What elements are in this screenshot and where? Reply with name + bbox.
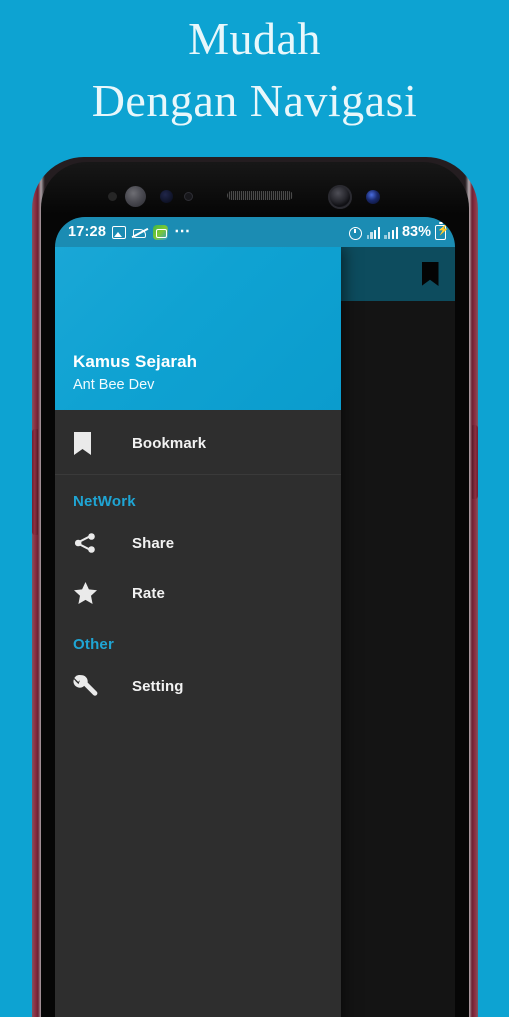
promo-headline-line-2: Dengan Navigasi (91, 75, 418, 126)
mute-icon (132, 226, 147, 239)
signal-sim1-icon (366, 226, 381, 239)
status-bar: 17:28 ⋯ 83% (55, 217, 455, 247)
image-icon (112, 225, 127, 239)
bookmark-icon (73, 431, 115, 456)
front-camera-icon (328, 185, 352, 209)
drawer-app-name: Kamus Sejarah (73, 352, 198, 371)
drawer-header: Kamus Sejarah Ant Bee Dev (55, 247, 341, 410)
wrench-icon (73, 674, 115, 699)
navigation-drawer: Kamus Sejarah Ant Bee Dev Bookmark NetWo… (55, 247, 341, 1017)
status-bar-right: 83% (348, 222, 449, 240)
drawer-section-network-title: NetWork (73, 493, 136, 510)
drawer-item-label: Setting (132, 677, 184, 695)
promo-headline: Mudah Dengan Navigasi (0, 0, 509, 132)
notification-led-icon (366, 190, 380, 204)
drawer-menu-list: Bookmark NetWork Share Rate Other Settin… (55, 410, 341, 711)
share-icon (73, 531, 115, 555)
drawer-developer-name: Ant Bee Dev (73, 377, 155, 393)
proximity-sensor-icon (160, 190, 173, 203)
promo-headline-line-1: Mudah (188, 13, 321, 64)
iris-scanner-icon (125, 186, 146, 207)
drawer-item-rate[interactable]: Rate (55, 568, 341, 618)
phone-device-mockup: 17:28 ⋯ 83% ⚡ Kamus Sejarah Ant Bee Dev … (32, 157, 478, 1017)
bookmark-icon (421, 262, 439, 286)
phone-frame: 17:28 ⋯ 83% ⚡ Kamus Sejarah Ant Bee Dev … (32, 157, 478, 1017)
signal-sim2-icon (384, 226, 398, 239)
app-notification-icon (153, 224, 169, 240)
bookmark-button[interactable] (417, 259, 443, 289)
alarm-icon (348, 225, 363, 240)
phone-sensor-row (41, 184, 469, 209)
status-time: 17:28 (68, 224, 107, 240)
battery-percentage: 83% (401, 224, 431, 240)
drawer-item-share[interactable]: Share (55, 518, 341, 568)
star-icon (73, 581, 115, 605)
phone-bezel: 17:28 ⋯ 83% ⚡ Kamus Sejarah Ant Bee Dev … (41, 162, 469, 1017)
drawer-item-label: Rate (132, 584, 165, 602)
earpiece-speaker-icon (227, 191, 293, 200)
drawer-item-label: Bookmark (132, 434, 207, 452)
status-bar-left: 17:28 ⋯ (68, 223, 193, 241)
more-notifications-icon: ⋯ (174, 223, 193, 240)
power-button[interactable] (472, 425, 478, 499)
volume-button[interactable] (32, 429, 38, 535)
sensor-dot-icon (108, 192, 117, 201)
battery-charging-icon (435, 222, 449, 240)
drawer-item-label: Share (132, 534, 175, 552)
drawer-item-setting[interactable]: Setting (55, 661, 341, 711)
phone-screen: 17:28 ⋯ 83% ⚡ Kamus Sejarah Ant Bee Dev … (55, 217, 455, 1017)
drawer-item-bookmark[interactable]: Bookmark (55, 418, 341, 468)
drawer-section-other-title: Other (73, 636, 115, 653)
light-sensor-icon (184, 192, 193, 201)
